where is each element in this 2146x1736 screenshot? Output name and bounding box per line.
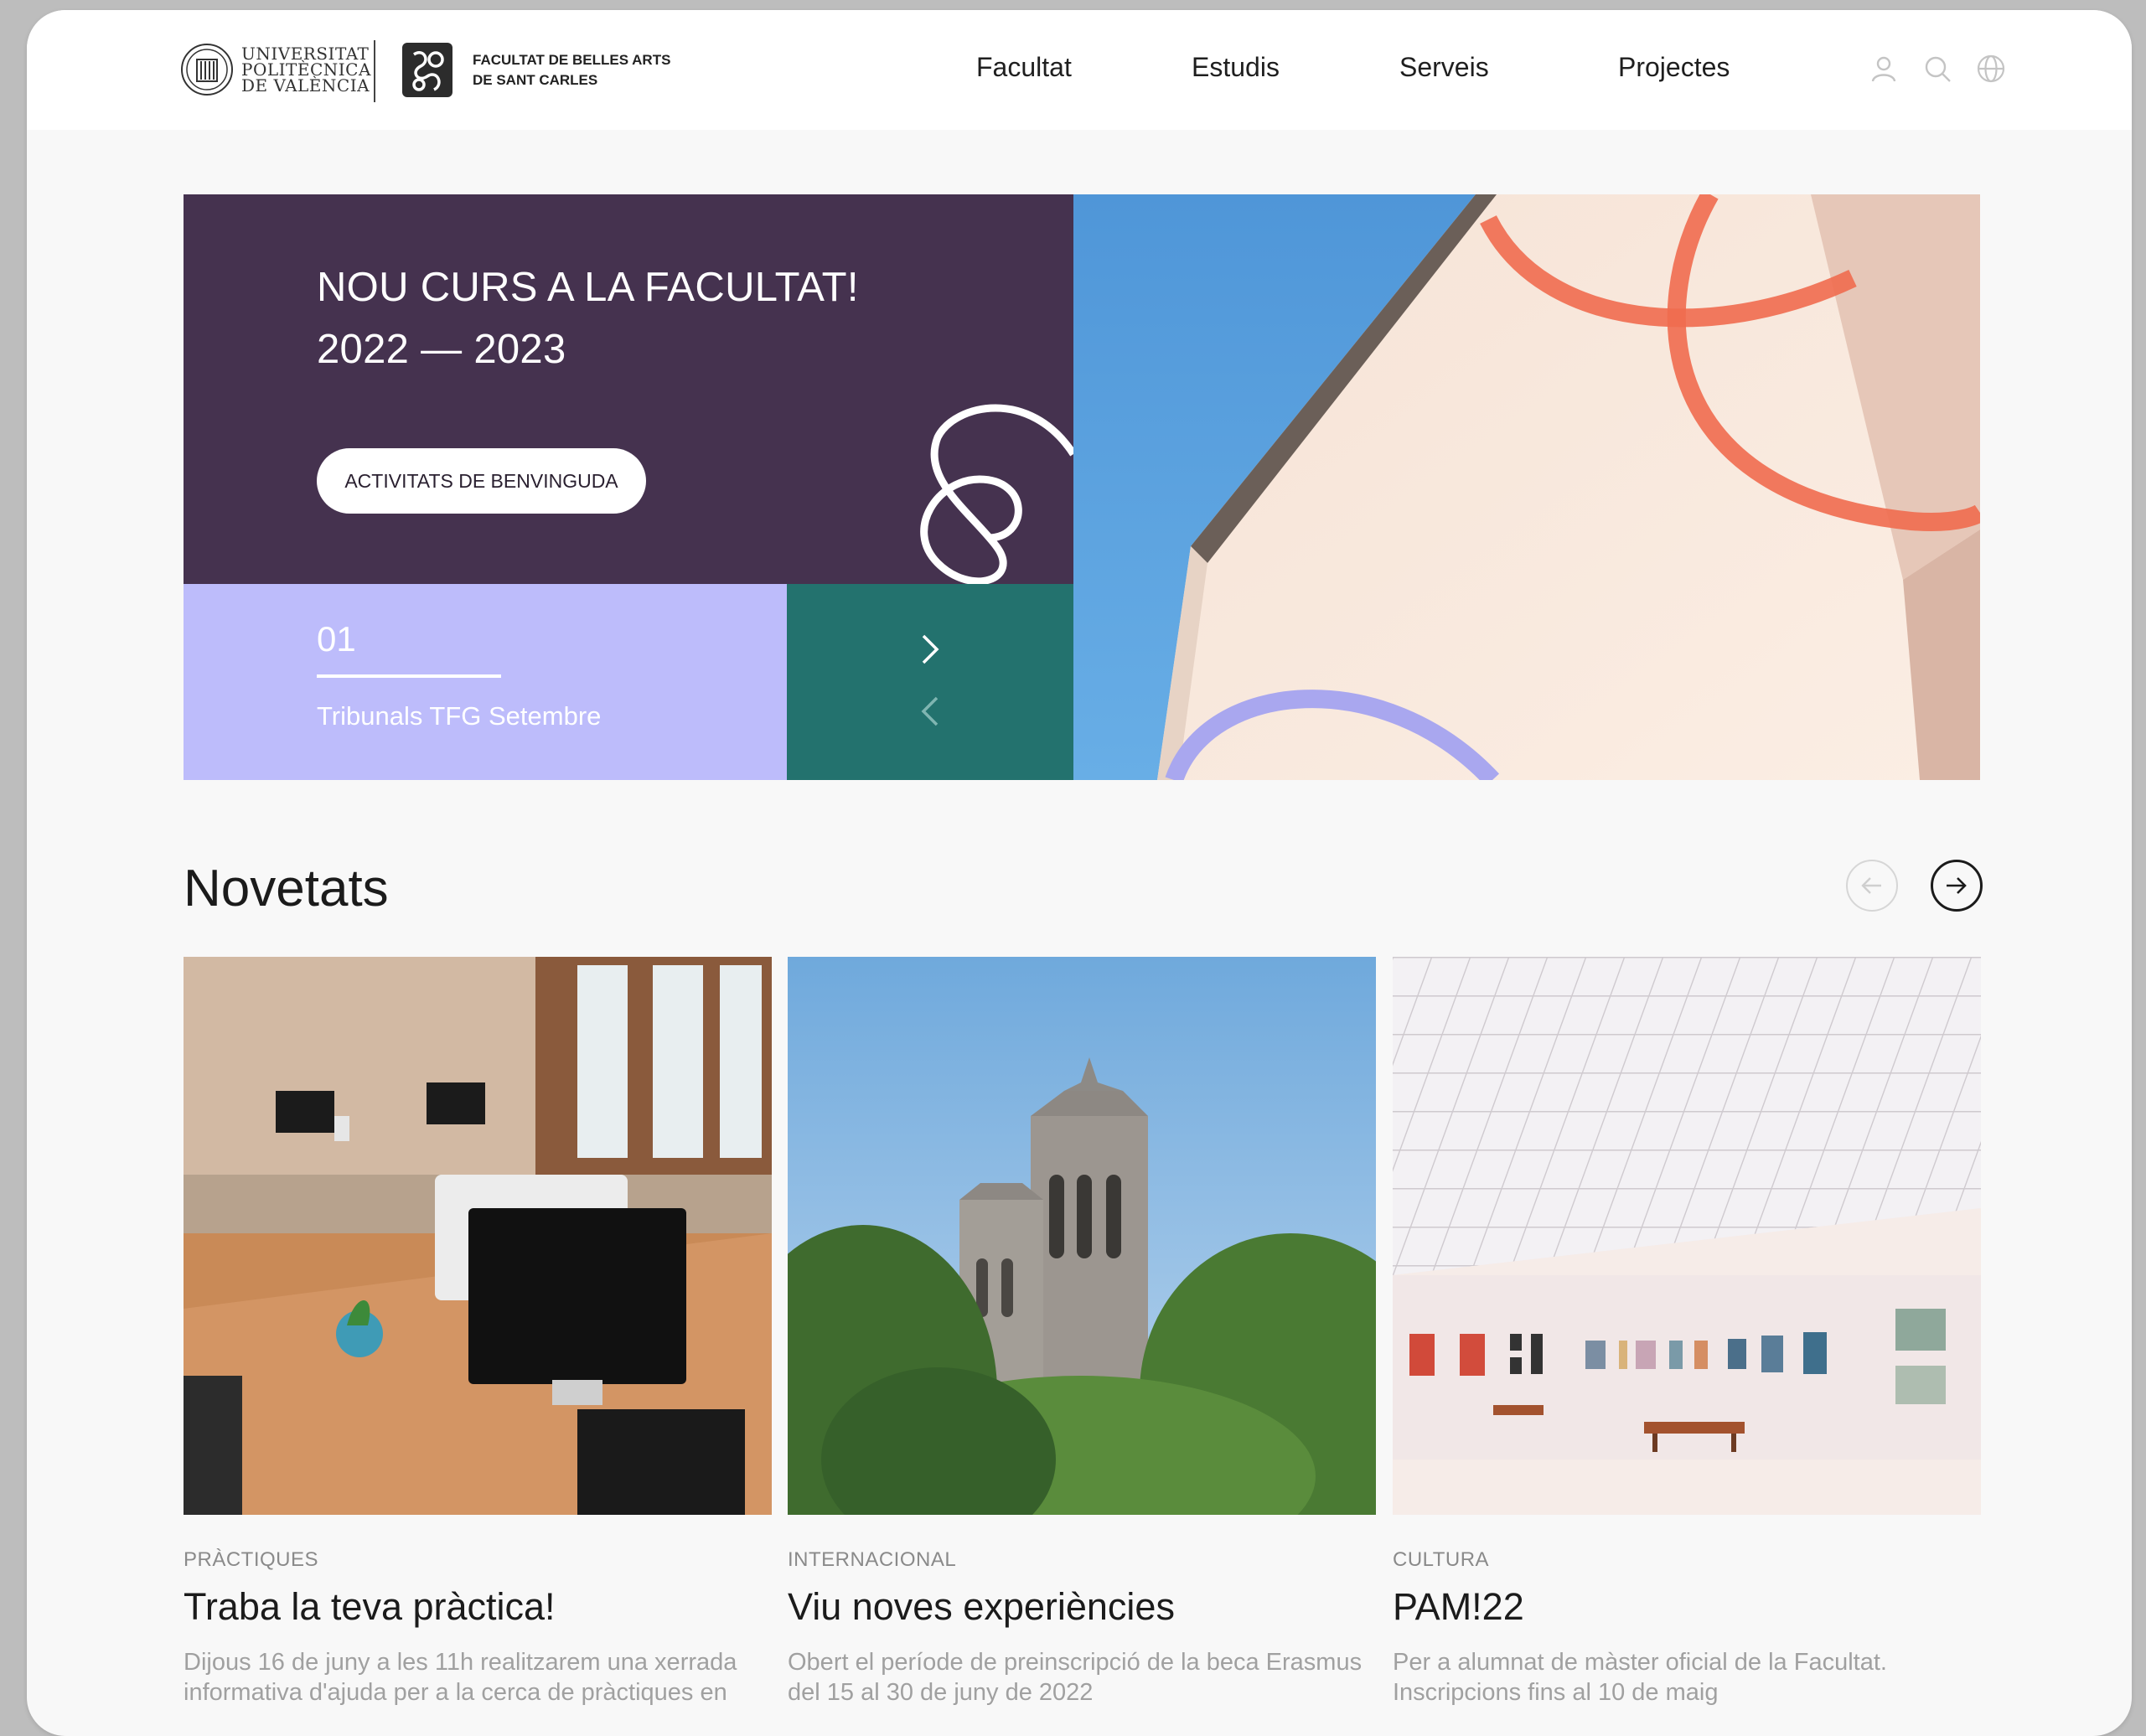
- slide-number: 01: [317, 619, 356, 659]
- chevron-left-icon[interactable]: [905, 686, 955, 736]
- news-prev-button[interactable]: [1846, 860, 1898, 912]
- news-card[interactable]: PRÀCTIQUES Traba la teva pràctica! Dijou…: [184, 957, 772, 1708]
- faculty-logo-line: FACULTAT DE BELLES ARTS: [473, 51, 671, 68]
- upv-logo[interactable]: UNIVERSITAT POLITÈCNICA DE VALÈNCIA: [180, 43, 371, 96]
- globe-icon[interactable]: [1976, 54, 2006, 84]
- arrow-left-icon: [1861, 877, 1881, 894]
- nav-item-serveis[interactable]: Serveis: [1399, 52, 1489, 83]
- header-tools: [1845, 54, 2013, 87]
- news-card-image-office: [184, 957, 772, 1515]
- news-card-title[interactable]: Traba la teva pràctica!: [184, 1585, 772, 1629]
- upv-logo-line: DE VALÈNCIA: [241, 75, 370, 96]
- nav-item-projectes[interactable]: Projectes: [1618, 52, 1730, 83]
- logo-divider: [374, 40, 375, 102]
- arrow-right-icon: [1947, 877, 1967, 894]
- hero-title-line: 2022 — 2023: [317, 327, 566, 372]
- decorative-loop-icon: [920, 404, 1073, 584]
- faculty-mark-icon: [402, 43, 452, 97]
- news-card[interactable]: INTERNACIONAL Viu noves experiències Obe…: [788, 957, 1376, 1708]
- news-card-image-gallery: [1393, 957, 1981, 1515]
- news-next-button[interactable]: [1931, 860, 1983, 912]
- section-title-novetats: Novetats: [184, 860, 389, 917]
- news-card-category: INTERNACIONAL: [788, 1548, 957, 1571]
- hero-title: NOU CURS A LA FACULTAT! 2022 — 2023: [317, 256, 859, 380]
- slide-title: Tribunals TFG Setembre: [317, 701, 602, 731]
- faculty-logo-line: DE SANT CARLES: [473, 71, 598, 88]
- hero-panel: NOU CURS A LA FACULTAT! 2022 — 2023 ACTI…: [184, 194, 1073, 584]
- browser-window: UNIVERSITAT POLITÈCNICA DE VALÈNCIA FACU…: [27, 10, 2132, 1736]
- news-card-title[interactable]: PAM!22: [1393, 1585, 1981, 1629]
- welcome-activities-button[interactable]: ACTIVITATS DE BENVINGUDA: [317, 448, 646, 514]
- news-card-description: Dijous 16 de juny a les 11h realitzarem …: [184, 1649, 737, 1706]
- faculty-logo[interactable]: FACULTAT DE BELLES ARTS DE SANT CARLES: [402, 43, 670, 97]
- news-card-description: Per a alumnat de màster oficial de la Fa…: [1393, 1649, 1887, 1706]
- slide-progress-bar: [317, 674, 501, 678]
- news-card-category: PRÀCTIQUES: [184, 1548, 319, 1571]
- hero-title-line: NOU CURS A LA FACULTAT!: [317, 265, 859, 310]
- news-card-image-cathedral: [788, 957, 1376, 1515]
- news-card-description: Obert el període de preinscripció de la …: [788, 1649, 1363, 1706]
- slider-controls: [787, 584, 1073, 780]
- news-card-category: CULTURA: [1393, 1548, 1490, 1571]
- site-header: UNIVERSITAT POLITÈCNICA DE VALÈNCIA FACU…: [27, 10, 2132, 130]
- news-card[interactable]: CULTURA PAM!22 Per a alumnat de màster o…: [1393, 957, 1981, 1708]
- chevron-right-icon[interactable]: [905, 624, 955, 674]
- hero-building-image: [1073, 194, 1980, 780]
- upv-seal-icon: [181, 44, 233, 96]
- news-card-title[interactable]: Viu noves experiències: [788, 1585, 1376, 1629]
- user-icon[interactable]: [1869, 54, 1899, 84]
- nav-item-estudis[interactable]: Estudis: [1192, 52, 1280, 83]
- hero-slider: NOU CURS A LA FACULTAT! 2022 — 2023 ACTI…: [184, 194, 1980, 780]
- slide-caption-panel[interactable]: 01 Tribunals TFG Setembre: [184, 584, 787, 780]
- nav-item-facultat[interactable]: Facultat: [976, 52, 1072, 83]
- search-icon[interactable]: [1922, 54, 1952, 84]
